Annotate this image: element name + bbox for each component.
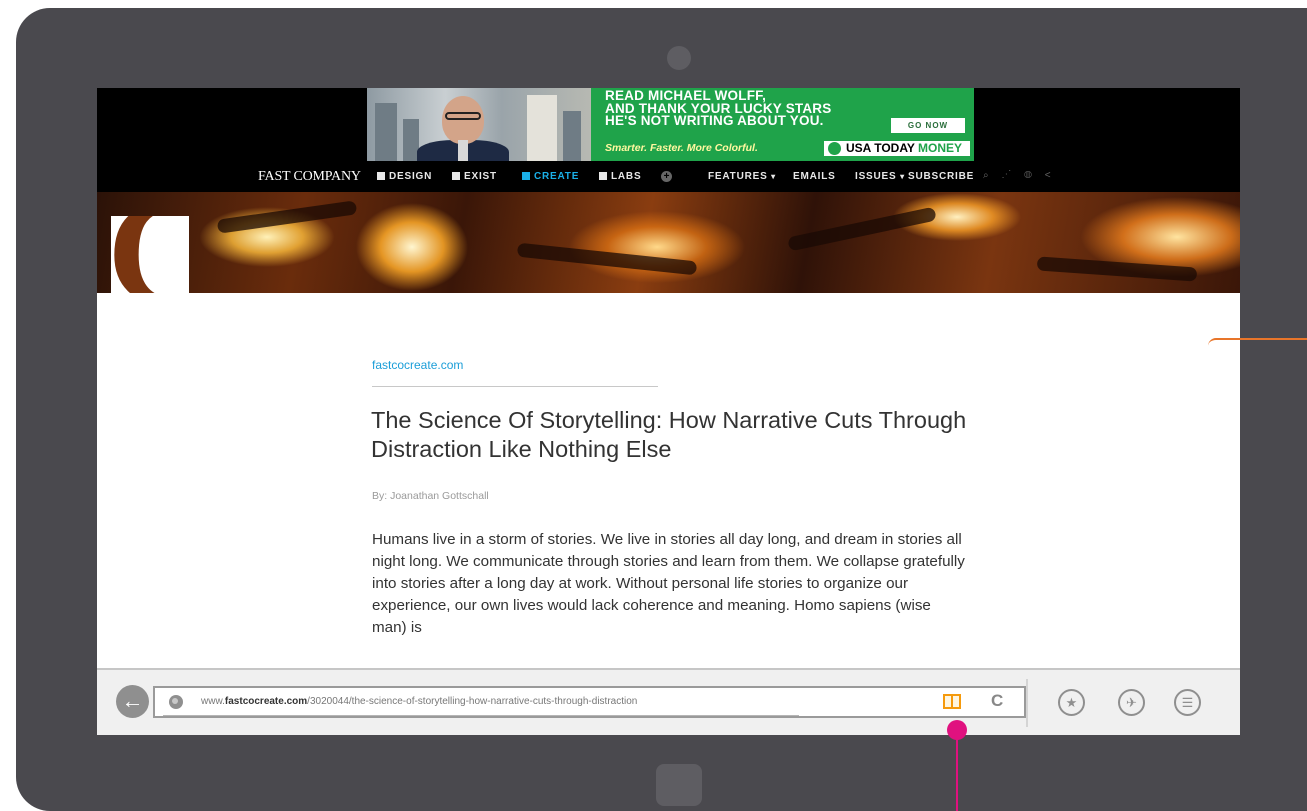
nav-item-issues[interactable]: ISSUES ▾ <box>855 171 905 182</box>
section-letter-c: C <box>111 216 189 293</box>
nav-item-design[interactable]: DESIGN <box>377 171 432 182</box>
ad-banner: READ MICHAEL WOLFF, AND THANK YOUR LUCKY… <box>97 88 1240 161</box>
nav-tool-icons[interactable]: ⌕ ⋰ ◍ < <box>983 170 1056 181</box>
address-bar[interactable]: www.fastcocreate.com/3020044/the-science… <box>153 686 1026 718</box>
section-banner-image: C <box>97 192 1240 293</box>
source-site-link[interactable]: fastcocreate.com <box>372 358 463 372</box>
annotation-line <box>956 738 958 811</box>
ad-headline: READ MICHAEL WOLFF, AND THANK YOUR LUCKY… <box>605 88 832 128</box>
url-underline <box>163 715 799 716</box>
reading-view-icon[interactable] <box>943 694 961 709</box>
usa-today-dot-icon <box>828 142 841 155</box>
site-nav: FAST COMPANY DESIGN EXIST CREATE LABS + … <box>97 161 1240 192</box>
url-text[interactable]: www.fastcocreate.com/3020044/the-science… <box>201 696 637 707</box>
nav-item-create[interactable]: CREATE <box>522 171 579 182</box>
annotation-marker <box>947 720 967 740</box>
browser-toolbar: ← www.fastcocreate.com/3020044/the-scien… <box>97 668 1240 735</box>
article-title: The Science Of Storytelling: How Narrati… <box>371 407 967 462</box>
exist-icon <box>452 172 460 180</box>
nav-item-labs[interactable]: LABS <box>599 171 641 182</box>
browser-screen: READ MICHAEL WOLFF, AND THANK YOUR LUCKY… <box>97 88 1240 735</box>
nav-item-emails[interactable]: EMAILS <box>793 171 836 182</box>
article-body: Humans live in a storm of stories. We li… <box>372 531 965 636</box>
nav-item-subscribe[interactable]: SUBSCRIBE <box>908 171 974 182</box>
back-button[interactable]: ← <box>116 685 149 718</box>
plus-icon[interactable]: + <box>661 171 672 182</box>
nav-item-features[interactable]: FEATURES ▾ <box>708 171 776 182</box>
labs-icon <box>599 172 607 180</box>
ad-brand-logo: USA TODAY MONEY <box>824 141 971 156</box>
ad-go-now-button[interactable]: GO NOW <box>891 118 965 133</box>
ad-text-panel[interactable]: READ MICHAEL WOLFF, AND THANK YOUR LUCKY… <box>591 88 974 161</box>
ad-tagline: Smarter. Faster. More Colorful. <box>605 142 758 154</box>
ad-photo <box>367 88 591 161</box>
camera-icon <box>667 46 691 70</box>
home-button[interactable] <box>656 764 702 806</box>
design-icon <box>377 172 385 180</box>
nav-item-exist[interactable]: EXIST <box>452 171 497 182</box>
fast-company-logo[interactable]: FAST COMPANY <box>258 169 361 185</box>
create-icon <box>522 172 530 180</box>
refresh-icon[interactable]: C <box>991 691 1003 711</box>
divider <box>372 386 658 387</box>
annotation-curve <box>1208 338 1307 346</box>
toolbar-divider <box>1026 679 1028 727</box>
menu-icon[interactable]: ☰ <box>1174 689 1201 716</box>
pin-icon[interactable]: ✈ <box>1118 689 1145 716</box>
globe-icon <box>169 695 183 709</box>
favorites-star-icon[interactable]: ★ <box>1058 689 1085 716</box>
article-byline: By: Joanathan Gottschall <box>372 490 489 502</box>
